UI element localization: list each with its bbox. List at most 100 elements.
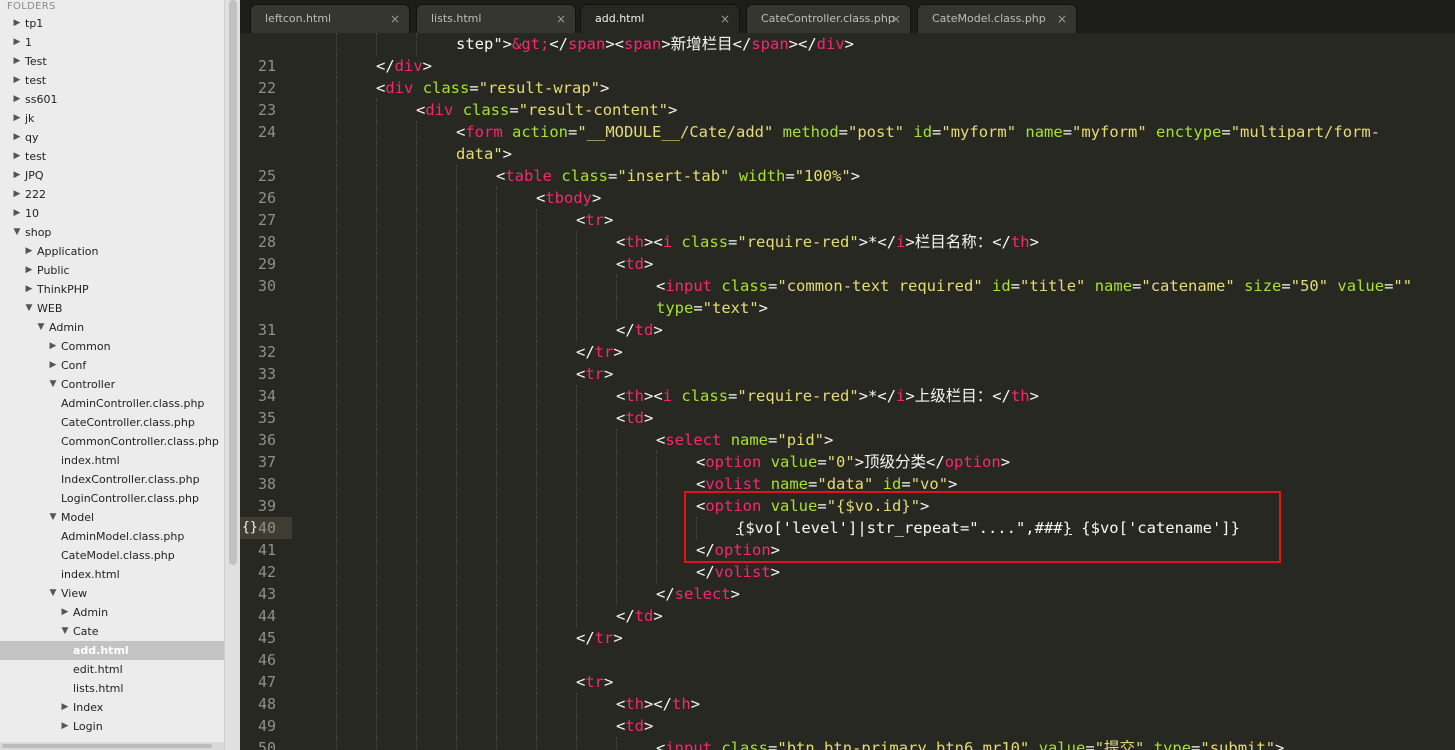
chevron-right-icon[interactable]: ▶ — [60, 603, 70, 622]
sidebar-folder-item[interactable]: ▶ Test — [0, 52, 224, 71]
chevron-down-icon[interactable]: ▼ — [48, 375, 58, 394]
sidebar-folder-item[interactable]: ▶ 10 — [0, 204, 224, 223]
editor-tab[interactable]: leftcon.html × — [250, 4, 410, 33]
sidebar-vertical-scrollbar[interactable] — [224, 0, 241, 750]
chevron-right-icon[interactable]: ▶ — [12, 33, 22, 52]
code-line[interactable]: data"> — [240, 143, 1455, 165]
sidebar-file-item[interactable]: CateModel.class.php — [0, 546, 224, 565]
sidebar-folder-item[interactable]: ▶ Login — [0, 717, 224, 736]
code-line[interactable]: 48 <th></th> — [240, 693, 1455, 715]
chevron-right-icon[interactable]: ▶ — [12, 90, 22, 109]
chevron-right-icon[interactable]: ▶ — [12, 128, 22, 147]
code-line[interactable]: 42 </volist> — [240, 561, 1455, 583]
chevron-right-icon[interactable]: ▶ — [24, 261, 34, 280]
sidebar-folder-item[interactable]: ▶ Application — [0, 242, 224, 261]
chevron-down-icon[interactable]: ▼ — [24, 299, 34, 318]
code-line[interactable]: type="text"> — [240, 297, 1455, 319]
code-line[interactable]: 47 <tr> — [240, 671, 1455, 693]
chevron-right-icon[interactable]: ▶ — [48, 356, 58, 375]
close-icon[interactable]: × — [1057, 5, 1067, 33]
sidebar-file-item[interactable]: index.html — [0, 451, 224, 470]
chevron-right-icon[interactable]: ▶ — [12, 52, 22, 71]
editor-tab[interactable]: add.html × — [580, 4, 740, 33]
code-line[interactable]: 22 <div class="result-wrap"> — [240, 77, 1455, 99]
sidebar-folder-item[interactable]: ▶ ThinkPHP — [0, 280, 224, 299]
sidebar-folder-item[interactable]: ▶ Admin — [0, 603, 224, 622]
sidebar-scroll-thumb[interactable] — [229, 0, 237, 565]
chevron-down-icon[interactable]: ▼ — [48, 508, 58, 527]
chevron-right-icon[interactable]: ▶ — [12, 109, 22, 128]
chevron-right-icon[interactable]: ▶ — [60, 717, 70, 736]
sidebar-folder-item[interactable]: ▶ Common — [0, 337, 224, 356]
sidebar-folder-item[interactable]: ▼ Admin — [0, 318, 224, 337]
sidebar-file-item[interactable]: CommonController.class.php — [0, 432, 224, 451]
sidebar-folder-item[interactable]: ▶ ss601 — [0, 90, 224, 109]
code-line[interactable]: 28 <th><i class="require-red">*</i>栏目名称：<… — [240, 231, 1455, 253]
sidebar-file-item[interactable]: add.html — [0, 641, 224, 660]
code-line[interactable]: 37 <option value="0">顶级分类</option> — [240, 451, 1455, 473]
sidebar-file-item[interactable]: LoginController.class.php — [0, 489, 224, 508]
chevron-right-icon[interactable]: ▶ — [12, 204, 22, 223]
close-icon[interactable]: × — [720, 5, 730, 33]
sidebar-file-item[interactable]: edit.html — [0, 660, 224, 679]
sidebar-horizontal-scroll-thumb[interactable] — [2, 744, 212, 748]
sidebar-folder-item[interactable]: ▼ Controller — [0, 375, 224, 394]
code-line[interactable]: 26 <tbody> — [240, 187, 1455, 209]
editor-tab[interactable]: CateModel.class.php × — [917, 4, 1077, 33]
code-line[interactable]: 44 </td> — [240, 605, 1455, 627]
sidebar-folder-item[interactable]: ▼ WEB — [0, 299, 224, 318]
sidebar-folder-item[interactable]: ▶ test — [0, 147, 224, 166]
sidebar-folder-item[interactable]: ▶ Index — [0, 698, 224, 717]
code-line[interactable]: 35 <td> — [240, 407, 1455, 429]
chevron-right-icon[interactable]: ▶ — [12, 14, 22, 33]
close-icon[interactable]: × — [390, 5, 400, 33]
sidebar-file-item[interactable]: CateController.class.php — [0, 413, 224, 432]
sidebar-folder-item[interactable]: ▶ qy — [0, 128, 224, 147]
sidebar-folder-item[interactable]: ▼ Cate — [0, 622, 224, 641]
chevron-down-icon[interactable]: ▼ — [36, 318, 46, 337]
sidebar-folder-item[interactable]: ▶ Conf — [0, 356, 224, 375]
sidebar-folder-item[interactable]: ▼ View — [0, 584, 224, 603]
chevron-right-icon[interactable]: ▶ — [12, 147, 22, 166]
sidebar-folder-item[interactable]: ▶ 1 — [0, 33, 224, 52]
sidebar-folder-item[interactable]: ▼ Model — [0, 508, 224, 527]
chevron-right-icon[interactable]: ▶ — [12, 166, 22, 185]
sidebar-folder-item[interactable]: ▶ jk — [0, 109, 224, 128]
chevron-right-icon[interactable]: ▶ — [60, 698, 70, 717]
sidebar-file-item[interactable]: IndexController.class.php — [0, 470, 224, 489]
code-line[interactable]: step">&gt;</span><span>新增栏目</span></div> — [240, 33, 1455, 55]
chevron-right-icon[interactable]: ▶ — [12, 71, 22, 90]
code-line[interactable]: 30 <input class="common-text required" id… — [240, 275, 1455, 297]
close-icon[interactable]: × — [891, 5, 901, 33]
sidebar-folder-item[interactable]: ▼ shop — [0, 223, 224, 242]
code-line[interactable]: 36 <select name="pid"> — [240, 429, 1455, 451]
code-editor[interactable]: step">&gt;</span><span>新增栏目</span></div>… — [240, 33, 1455, 750]
chevron-right-icon[interactable]: ▶ — [12, 185, 22, 204]
sidebar-folder-item[interactable]: ▶ test — [0, 71, 224, 90]
code-line[interactable]: 29 <td> — [240, 253, 1455, 275]
chevron-down-icon[interactable]: ▼ — [48, 584, 58, 603]
sidebar-folder-item[interactable]: ▶ JPQ — [0, 166, 224, 185]
sidebar-file-item[interactable]: lists.html — [0, 679, 224, 698]
chevron-right-icon[interactable]: ▶ — [24, 242, 34, 261]
close-icon[interactable]: × — [556, 5, 566, 33]
code-line[interactable]: 46 — [240, 649, 1455, 671]
sidebar-folder-item[interactable]: ▶ Public — [0, 261, 224, 280]
code-line[interactable]: 50 <input class="btn btn-primary btn6 mr1… — [240, 737, 1455, 750]
code-line[interactable]: 34 <th><i class="require-red">*</i>上级栏目：<… — [240, 385, 1455, 407]
code-line[interactable]: 49 <td> — [240, 715, 1455, 737]
sidebar-file-item[interactable]: AdminModel.class.php — [0, 527, 224, 546]
sidebar-folder-item[interactable]: ▶ 222 — [0, 185, 224, 204]
chevron-right-icon[interactable]: ▶ — [24, 280, 34, 299]
code-line[interactable]: 27 <tr> — [240, 209, 1455, 231]
sidebar-folder-item[interactable]: ▶ tp1 — [0, 14, 224, 33]
code-line[interactable]: 21 </div> — [240, 55, 1455, 77]
sidebar-file-item[interactable]: AdminController.class.php — [0, 394, 224, 413]
code-line[interactable]: 31 </td> — [240, 319, 1455, 341]
code-line[interactable]: 25 <table class="insert-tab" width="100%"… — [240, 165, 1455, 187]
chevron-down-icon[interactable]: ▼ — [12, 223, 22, 242]
code-line[interactable]: 32 </tr> — [240, 341, 1455, 363]
code-line[interactable]: 23 <div class="result-content"> — [240, 99, 1455, 121]
code-line[interactable]: 24 <form action="__MODULE__/Cate/add" met… — [240, 121, 1455, 143]
editor-tab[interactable]: lists.html × — [416, 4, 576, 33]
